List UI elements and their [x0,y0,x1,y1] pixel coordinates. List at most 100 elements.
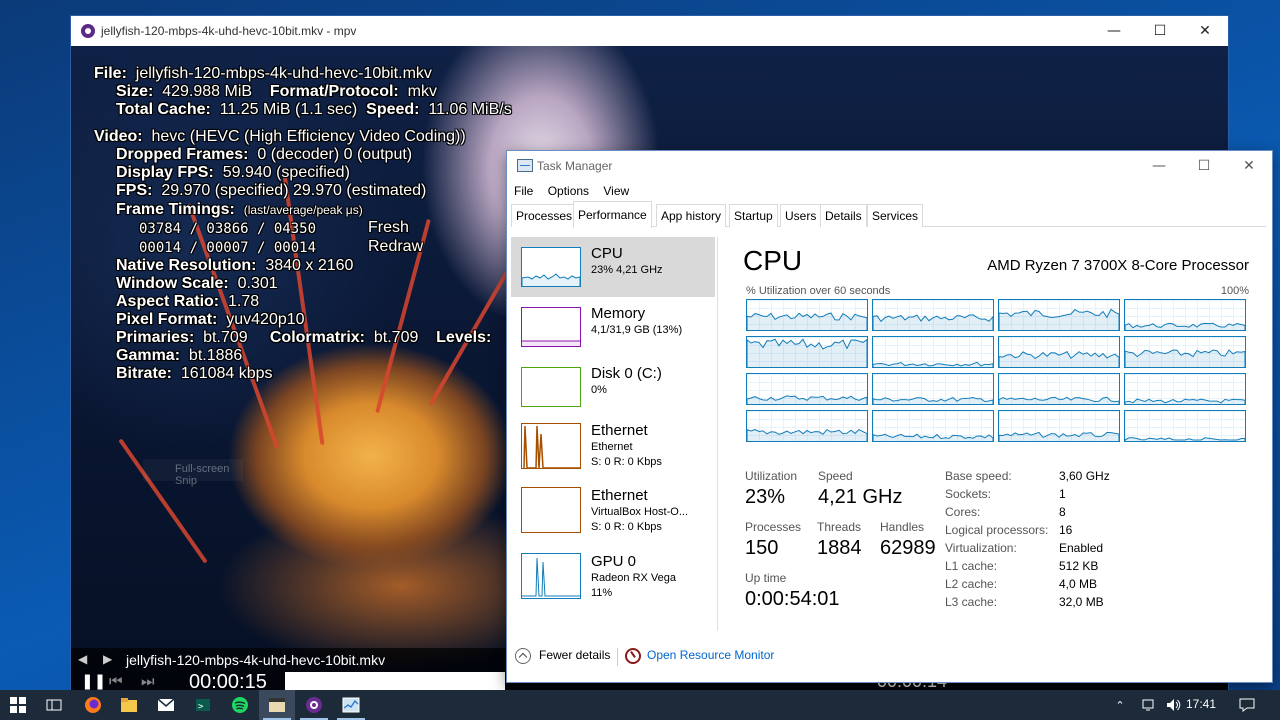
taskbar-clock[interactable]: 17:41 [1186,697,1216,711]
menu-file[interactable]: File [514,181,533,198]
spec-key: Virtualization: [945,541,1017,555]
spec-key: Cores: [945,505,981,519]
sidebar-cpu-sub: 23% 4,21 GHz [591,264,663,276]
network-icon[interactable] [1138,690,1162,720]
logical-processor-line [1125,322,1245,330]
resource-monitor-icon [625,648,641,664]
osd-aspect-ratio: Aspect Ratio: 1.78 [116,293,260,310]
logical-processor-graph [746,336,868,368]
tab-details[interactable]: Details [820,204,867,227]
stat-processes: Processes 150 [745,520,801,560]
osd-fps: FPS: 29.970 (specified) 29.970 (estimate… [116,182,427,199]
sidebar-item-ethernet-virtualbox[interactable]: Ethernet VirtualBox Host-O... S: 0 R: 0 … [511,483,715,543]
logical-processor-graph [998,373,1120,405]
tab-app-history[interactable]: App history [656,204,727,227]
logical-processor-graph [1124,373,1246,405]
tray-chevron-up-icon[interactable]: ⌃ [1110,690,1130,720]
windows-start-icon[interactable] [0,690,36,720]
sidebar-item-memory[interactable]: Memory 4,1/31,9 GB (13%) [511,297,715,357]
tab-processes[interactable]: Processes [511,204,578,227]
tm-maximize-button[interactable]: ☐ [1181,151,1227,181]
tab-users[interactable]: Users [780,204,822,227]
spotify-icon[interactable] [222,690,258,720]
tm-title-bar[interactable]: Task Manager — ☐ ✕ [507,151,1272,181]
sidebar-gpu-sub: Radeon RX Vega [591,572,677,584]
mpv-icon[interactable] [296,690,332,720]
skip-back-icon[interactable]: ⏮ [109,672,123,690]
action-center-icon[interactable] [1232,690,1262,720]
osd-window-scale: Window Scale: 0.301 [116,275,278,292]
mpv-window-title: jellyfish-120-mbps-4k-uhd-hevc-10bit.mkv… [101,24,357,38]
mpv-minimize-button[interactable]: — [1091,16,1137,46]
sidebar-ethernet-rate: S: 0 R: 0 Kbps [591,456,662,468]
logical-processor-line [999,308,1119,330]
stat-handles-label: Handles [880,520,925,534]
logical-processor-graph [998,410,1120,442]
task-manager-icon[interactable] [333,690,369,720]
svg-text:>: > [198,702,204,712]
volume-icon[interactable] [1162,690,1186,720]
playlist-prev-icon[interactable]: ◀ [78,652,87,666]
sidebar-item-gpu[interactable]: GPU 0 Radeon RX Vega 11% [511,549,715,609]
cpu-thumbnail-graph [521,247,581,287]
task-view-icon[interactable] [36,690,72,720]
osd-cache: Total Cache: 11.25 MiB (1.1 sec) Speed: … [116,101,512,118]
logical-processor-line [747,428,867,441]
logical-processor-graph [1124,410,1246,442]
stat-processes-label: Processes [745,520,802,534]
playlist-next-icon[interactable]: ▶ [103,652,112,666]
osd-video: Video: hevc (HEVC (High Efficiency Video… [94,128,466,145]
menu-view[interactable]: View [603,181,629,198]
mpv-close-button[interactable]: ✕ [1182,16,1228,46]
processor-name: AMD Ryzen 7 3700X 8-Core Processor [987,257,1249,274]
firefox-glyph [85,697,101,713]
full-screen-snip-ghost: Full-screen Snip [143,459,243,487]
sidebar-gpu-name: GPU 0 [591,553,637,570]
open-resource-monitor-link[interactable]: Open Resource Monitor [625,648,774,664]
spec-value: 32,0 MB [1059,595,1104,609]
spec-key: L1 cache: [945,559,998,573]
logical-processor-line [747,395,867,404]
terminal-icon[interactable]: > [185,690,221,720]
firefox-icon[interactable] [75,690,111,720]
sidebar-memory-name: Memory [591,305,646,322]
action-center-glyph [1239,698,1255,712]
mpv-maximize-button[interactable]: ☐ [1137,16,1183,46]
stat-handles-value: 62989 [880,537,936,559]
osc-seekbar[interactable] [285,672,505,690]
ethernet-vbox-thumbnail-graph [521,487,581,533]
spec-row: Cores: 8 [945,505,1245,523]
spec-key: Base speed: [945,469,1012,483]
mail-icon[interactable] [148,690,184,720]
logical-processor-graphs[interactable] [746,299,1246,445]
logical-processor-graph [872,299,994,331]
logical-processor-line [1125,349,1245,367]
performance-sidebar: CPU 23% 4,21 GHz Memory 4,1/31,9 GB (13%… [511,237,715,631]
pause-icon[interactable]: ❚❚ [81,672,106,690]
disk-thumbnail-graph [521,367,581,407]
mpv-glyph [306,697,322,713]
spec-row: L2 cache: 4,0 MB [945,577,1245,595]
file-explorer-icon[interactable] [111,690,147,720]
tab-startup[interactable]: Startup [729,204,778,227]
osd-redraw-label: Redraw [368,238,424,255]
spec-row: L1 cache: 512 KB [945,559,1245,577]
cpu-heading: CPU [743,245,803,276]
sidebar-item-disk[interactable]: Disk 0 (C:) 0% [511,357,715,417]
stat-utilization: Utilization 23% [745,469,797,509]
spec-row: Sockets: 1 [945,487,1245,505]
tm-minimize-button[interactable]: — [1136,151,1182,181]
tab-services[interactable]: Services [867,204,924,227]
sidebar-item-cpu[interactable]: CPU 23% 4,21 GHz [511,237,715,297]
tab-performance[interactable]: Performance [573,201,652,228]
task-manager-window[interactable]: Task Manager — ☐ ✕ File Options View Pro… [506,150,1273,683]
tm-close-button[interactable]: ✕ [1226,151,1272,181]
fewer-details-button[interactable]: Fewer details [515,648,610,664]
clapper-icon[interactable] [259,690,295,720]
stat-uptime: Up time 0:00:54:01 [745,571,840,611]
sidebar-item-ethernet[interactable]: Ethernet Ethernet S: 0 R: 0 Kbps [511,417,715,477]
skip-forward-icon[interactable]: ⏭ [141,672,155,690]
menu-options[interactable]: Options [548,181,589,198]
mpv-title-bar[interactable]: jellyfish-120-mbps-4k-uhd-hevc-10bit.mkv… [71,16,1228,46]
osd-dropped: Dropped Frames: 0 (decoder) 0 (output) [116,146,413,163]
